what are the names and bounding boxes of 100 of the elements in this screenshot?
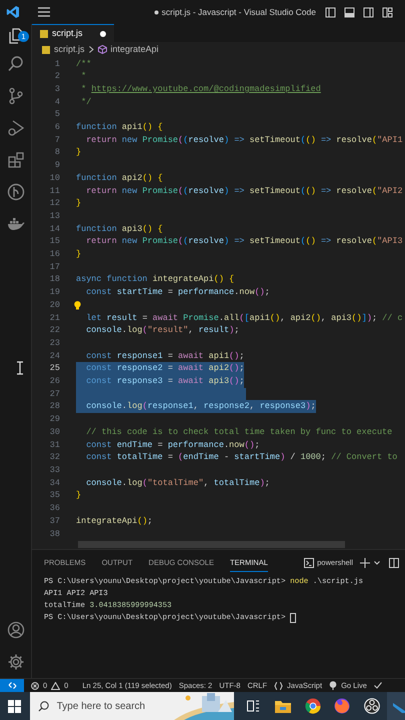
cube-icon [98, 45, 107, 54]
remote-icon[interactable] [8, 681, 16, 690]
split-icon[interactable] [389, 558, 399, 568]
panel-toggle-icon[interactable] [344, 6, 355, 18]
task-view-icon[interactable] [247, 700, 260, 712]
line-number: 3 [54, 82, 60, 96]
line-number: 4 [54, 96, 60, 108]
editor-tab[interactable]: script.js [32, 24, 114, 42]
line-number: 36 [48, 502, 60, 515]
layout-icon[interactable] [382, 6, 393, 18]
line-number: 38 [48, 528, 60, 540]
record-icon[interactable] [364, 698, 380, 714]
line-number: 7 [54, 134, 60, 146]
code-line: } [76, 197, 82, 210]
line-number: 6 [54, 121, 60, 134]
braces-icon [274, 682, 284, 690]
line-number: 23 [48, 336, 60, 350]
line-number: 28 [48, 400, 60, 414]
fox-browser-icon[interactable] [334, 698, 350, 714]
code-line: * [80, 70, 86, 83]
whale-icon[interactable] [7, 217, 25, 231]
code-line: * https://www.youtube.com/@codingmadesimplified [80, 82, 321, 96]
line-number: 24 [48, 350, 60, 362]
line-number: 26 [48, 375, 60, 388]
line-number: 2 [54, 70, 60, 83]
code-line: } [76, 489, 82, 502]
line-number: 18 [48, 273, 60, 286]
code-line: const totalTime = (endTime - startTime) / 1000; // Convert to [85, 451, 398, 464]
line-number: 13 [48, 210, 60, 223]
warning-icon[interactable] [51, 682, 60, 690]
line-number: 16 [48, 248, 60, 261]
line-number: 19 [48, 286, 60, 299]
plus-icon[interactable] [360, 558, 370, 568]
line-number: 5 [54, 108, 60, 122]
line-number: 27 [48, 388, 60, 400]
play-bug-icon[interactable] [7, 119, 25, 137]
code-line: return new Promise((resolve) => setTimeout(() => resolve("API1 [85, 134, 403, 146]
line-number: 1 [54, 58, 60, 70]
line-number: 14 [48, 222, 60, 236]
windows-icon[interactable] [8, 700, 22, 712]
error-icon[interactable] [31, 682, 39, 690]
lightbulb-icon[interactable] [74, 300, 81, 310]
browser-icon[interactable] [304, 698, 321, 714]
vscode-logo-icon [6, 5, 20, 19]
line-number: 35 [48, 489, 60, 502]
search-icon[interactable] [7, 55, 25, 73]
line-number: 34 [48, 476, 60, 490]
line-number: 20 [48, 298, 60, 312]
line-number: 15 [48, 235, 60, 248]
search-icon [38, 700, 49, 712]
line-number: 10 [48, 172, 60, 185]
code-line: return new Promise((resolve) => setTimeout(() => resolve("API2 [85, 184, 403, 198]
line-number: 22 [48, 324, 60, 337]
circle-branch-icon[interactable] [7, 183, 25, 201]
code-line: } [76, 146, 82, 160]
code-line: console.log("totalTime", totalTime); [85, 476, 270, 490]
line-number: 30 [48, 426, 60, 439]
settings-icon[interactable] [7, 653, 25, 671]
line-number: 33 [48, 464, 60, 477]
search-field[interactable]: Type here to search [30, 692, 234, 720]
code-line: /** [76, 58, 92, 70]
line-number: 37 [48, 514, 60, 528]
branch-icon[interactable] [7, 87, 25, 105]
blocks-icon[interactable] [7, 151, 25, 169]
line-number: 12 [48, 197, 60, 210]
code-line: function api3() { [76, 222, 163, 236]
code-line: function api2() { [76, 172, 163, 185]
line-number: 8 [54, 146, 60, 160]
chevron-right-icon [88, 46, 94, 54]
secondary-sidebar-icon[interactable] [363, 6, 374, 18]
line-number: 32 [48, 451, 60, 464]
chevron-down-icon[interactable] [374, 560, 380, 565]
code-line: integrateApi(); [76, 514, 153, 528]
code-line: */ [80, 96, 92, 108]
code-line: const endTime = performance.now(); [85, 438, 260, 452]
line-number: 29 [48, 413, 60, 426]
sidebar-toggle-icon[interactable] [325, 6, 336, 18]
code-line: // this code is to check total time taken by func to execute [85, 426, 392, 439]
code-line: function api1() { [76, 121, 163, 134]
broadcast-icon [329, 681, 338, 690]
horizontal-scrollbar[interactable] [78, 540, 345, 548]
breadcrumb-item[interactable]: integrateApi [110, 43, 159, 56]
line-number: 31 [48, 438, 60, 452]
code-line: console.log("result", result); [85, 324, 240, 337]
window-title: script.js - Javascript - Visual Studio Code [162, 6, 316, 18]
code-line: const startTime = performance.now(); [85, 286, 270, 299]
code-line: let result = await Promise.all([api1(), api2(), api3()]); // c [85, 312, 403, 324]
check-icon[interactable] [374, 682, 382, 689]
line-number: 21 [48, 312, 60, 324]
folder-icon[interactable] [274, 700, 291, 712]
unsaved-dot-icon[interactable] [100, 30, 106, 36]
code-line: async function integrateApi() { [76, 273, 234, 286]
terminal-icon [304, 558, 314, 568]
breadcrumb-item[interactable]: script.js [54, 43, 85, 56]
line-number: 25 [48, 362, 60, 376]
line-number: 17 [48, 260, 60, 274]
menu-icon[interactable] [38, 7, 50, 17]
code-line: return new Promise((resolve) => setTimeout(() => resolve("API3 [85, 235, 403, 248]
account-icon[interactable] [7, 621, 25, 639]
line-number: 9 [54, 159, 60, 172]
